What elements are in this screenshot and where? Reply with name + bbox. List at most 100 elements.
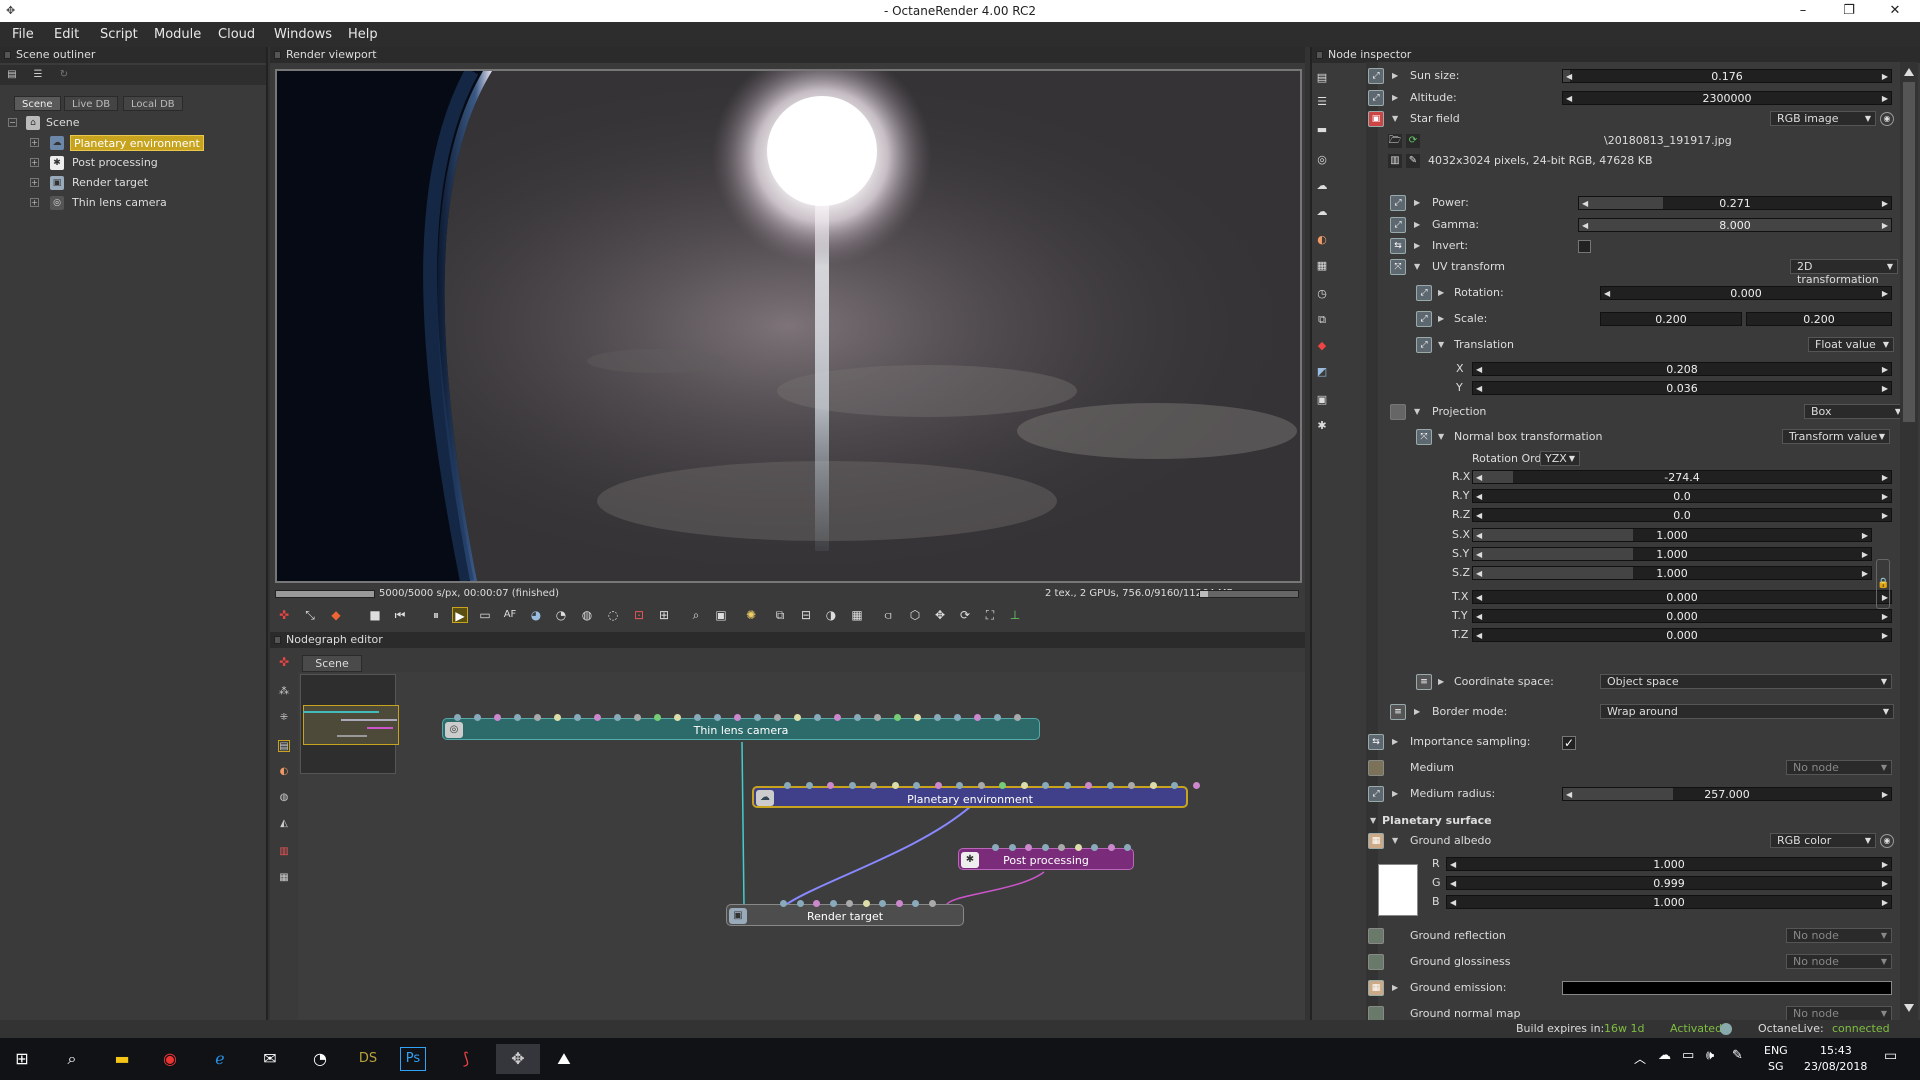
camera-input-pin[interactable] (554, 714, 561, 721)
collapse-icon[interactable]: ☰ (32, 69, 44, 81)
expand-icon[interactable]: + (30, 198, 39, 207)
coordinate-space-dropdown[interactable]: Object space ▼ (1600, 674, 1892, 689)
environment-input-pin[interactable] (1171, 782, 1178, 789)
film-icon[interactable]: ▥ (1388, 154, 1402, 168)
scroll-thumb[interactable] (1903, 82, 1915, 422)
medium-radius-slider[interactable]: ◀ 257.000 ▶ (1562, 787, 1892, 801)
albedo-b-slider[interactable]: ◀ 1.000 ▶ (1446, 895, 1892, 909)
decrement-arrow-icon[interactable]: ◀ (1476, 509, 1482, 522)
render-target-input-pin[interactable] (846, 900, 853, 907)
collapse-arrow-icon[interactable]: ▼ (1370, 811, 1380, 831)
scale-icon[interactable]: ⛶ (982, 607, 998, 623)
file-browse-icon[interactable]: 🗁 (1388, 134, 1402, 148)
kernel-icon[interactable]: ⧉ (1314, 312, 1330, 328)
texture-node-icon[interactable]: ◍ (278, 792, 290, 804)
stop-icon[interactable]: ■ (367, 607, 383, 623)
refresh-icon[interactable]: ↻ (58, 69, 70, 81)
scroll-down-arrow-icon[interactable] (1904, 1004, 1914, 1012)
camera-input-pin[interactable] (834, 714, 841, 721)
camera-input-pin[interactable] (774, 714, 781, 721)
environment-input-pin[interactable] (1042, 782, 1049, 789)
increment-arrow-icon[interactable]: ▶ (1882, 509, 1888, 522)
medium-node-icon[interactable]: ▥ (278, 846, 290, 858)
decrement-arrow-icon[interactable]: ◀ (1566, 92, 1572, 105)
environment-input-pin[interactable] (977, 782, 985, 789)
visible-environment-icon[interactable]: ☁ (1314, 204, 1330, 220)
table-node-icon[interactable]: ▦ (278, 872, 290, 884)
medium-dropdown[interactable]: No node ▼ (1786, 760, 1892, 775)
menu-file[interactable]: File (12, 27, 34, 42)
translation-x-slider[interactable]: ◀ 0.208 ▶ (1472, 362, 1892, 376)
ground-glossiness-dropdown[interactable]: No node ▼ (1786, 954, 1892, 969)
postprocess-input-pin[interactable] (992, 844, 999, 851)
environment-input-pin[interactable] (891, 782, 899, 789)
altitude-slider[interactable]: ◀ 2300000 ▶ (1562, 91, 1892, 105)
increment-arrow-icon[interactable]: ▶ (1882, 219, 1888, 232)
tree-item-thin-lens-camera[interactable]: + ◎ Thin lens camera (30, 194, 260, 212)
maximize-button[interactable]: ❐ (1826, 0, 1872, 22)
increment-arrow-icon[interactable]: ▶ (1882, 610, 1888, 623)
restart-icon[interactable]: ⏮ (392, 607, 408, 623)
sun-size-slider[interactable]: ◀ 0.176 ▶ (1562, 69, 1892, 83)
tree-root-scene[interactable]: − ⌂ Scene (8, 114, 258, 132)
panel-grip-icon[interactable] (4, 51, 11, 59)
decrement-arrow-icon[interactable]: ◀ (1476, 591, 1482, 604)
grid-snap-icon[interactable]: ⁂ (278, 686, 290, 698)
expand-arrow-icon[interactable]: ▶ (1392, 66, 1402, 86)
environment-input-pin[interactable] (1128, 782, 1135, 789)
material-node-icon[interactable]: ◐ (278, 766, 290, 778)
geometry-node-icon[interactable]: ◭ (278, 818, 290, 830)
expand-arrow-icon[interactable]: ▶ (1392, 732, 1402, 752)
edit-icon[interactable]: ✎ (1406, 154, 1420, 168)
render-target-input-pin[interactable] (879, 900, 886, 907)
preview-eye-icon[interactable]: ◉ (1880, 112, 1894, 126)
decrement-arrow-icon[interactable]: ◀ (1450, 896, 1456, 909)
camera-input-pin[interactable] (634, 714, 641, 721)
expand-arrow-icon[interactable]: ▶ (1392, 88, 1402, 108)
increment-arrow-icon[interactable]: ▶ (1882, 363, 1888, 376)
projection-type-dropdown[interactable]: Box ▼ (1804, 404, 1900, 419)
preview-eye-icon[interactable]: ◉ (1880, 834, 1894, 848)
region-icon[interactable]: ⊞ (656, 607, 672, 623)
object-layer-icon[interactable]: ◩ (1314, 364, 1330, 380)
box-value-slider[interactable]: ◀ 0.000 ▶ (1472, 609, 1892, 623)
clock-date[interactable]: 23/08/2018 (1804, 1060, 1867, 1073)
translation-type-dropdown[interactable]: Float value ▼ (1808, 337, 1894, 352)
box-value-slider[interactable]: ◀ 0.0 ▶ (1472, 489, 1892, 503)
postprocess-input-pin[interactable] (1124, 844, 1131, 851)
camera-input-pin[interactable] (574, 714, 581, 721)
importance-sampling-checkbox[interactable]: ✓ (1562, 736, 1576, 750)
environment-icon[interactable]: ☁ (1314, 178, 1330, 194)
camera-input-pin[interactable] (854, 714, 861, 721)
decrement-arrow-icon[interactable]: ◀ (1450, 877, 1456, 890)
postprocess-icon[interactable]: ✱ (1314, 418, 1330, 434)
increment-arrow-icon[interactable]: ▶ (1882, 896, 1888, 909)
camera-input-pin[interactable] (734, 714, 741, 721)
collapse-arrow-icon[interactable]: ▼ (1438, 335, 1448, 355)
node-render-target[interactable]: ▣ Render target (726, 904, 964, 926)
film-settings-icon[interactable]: ▦ (1314, 258, 1330, 274)
environment-input-pin[interactable] (934, 782, 942, 789)
increment-arrow-icon[interactable]: ▶ (1882, 287, 1888, 300)
expand-arrow-icon[interactable]: ▶ (1392, 784, 1402, 804)
environment-input-pin[interactable] (805, 782, 813, 789)
tab-live-db[interactable]: Live DB (64, 96, 119, 111)
expand-icon[interactable]: + (30, 138, 39, 147)
camera-input-pin[interactable] (494, 714, 501, 721)
tab-local-db[interactable]: Local DB (123, 96, 183, 111)
panel-grip-icon[interactable] (274, 636, 281, 644)
play-icon[interactable]: ▶ (452, 607, 468, 623)
postprocess-input-pin[interactable] (1074, 844, 1082, 851)
light-icon[interactable]: ◆ (1314, 338, 1330, 354)
rotation-slider[interactable]: ◀ 0.000 ▶ (1600, 286, 1892, 300)
environment-input-pin[interactable] (827, 782, 834, 789)
increment-arrow-icon[interactable]: ▶ (1882, 788, 1888, 801)
decrement-arrow-icon[interactable]: ◀ (1566, 788, 1572, 801)
decrement-arrow-icon[interactable]: ◀ (1476, 548, 1482, 561)
camera-icon[interactable]: ◎ (1314, 152, 1330, 168)
collapse-arrow-icon[interactable]: ▼ (1438, 427, 1448, 447)
expand-arrow-icon[interactable]: ▶ (1414, 215, 1424, 235)
camera-input-pin[interactable] (654, 714, 661, 721)
increment-arrow-icon[interactable]: ▶ (1882, 92, 1888, 105)
output-linker-icon[interactable]: ▤ (278, 740, 290, 752)
